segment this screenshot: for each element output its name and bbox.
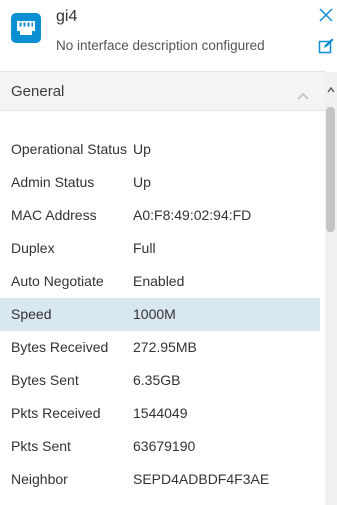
property-label: Speed xyxy=(11,306,52,322)
property-value: 1544049 xyxy=(133,405,188,421)
property-label: MAC Address xyxy=(11,207,97,223)
chevron-up-icon[interactable] xyxy=(297,87,309,100)
property-label: Operational Status xyxy=(11,141,127,157)
property-value: Up xyxy=(133,174,151,190)
property-row: MAC Address A0:F8:49:02:94:FD xyxy=(0,199,320,232)
property-label: Pkts Sent xyxy=(11,438,71,454)
property-value: Enabled xyxy=(133,273,185,289)
property-value: Full xyxy=(133,240,156,256)
property-row: Bytes Received 272.95MB xyxy=(0,331,320,364)
property-row: Speed 1000M xyxy=(0,298,320,331)
property-label: Bytes Sent xyxy=(11,372,79,388)
ethernet-port-icon xyxy=(11,13,41,43)
property-row: Neighbor SEPD4ADBDF4F3AE xyxy=(0,463,320,496)
general-section-header[interactable]: General xyxy=(0,72,325,110)
property-row: Pkts Sent 63679190 xyxy=(0,430,320,463)
interface-name: gi4 xyxy=(56,8,78,25)
property-value: 272.95MB xyxy=(133,339,197,355)
section-divider xyxy=(0,110,325,111)
close-icon[interactable] xyxy=(318,7,334,23)
property-value: SEPD4ADBDF4F3AE xyxy=(133,471,270,487)
property-label: Pkts Received xyxy=(11,405,101,421)
property-value: 63679190 xyxy=(133,438,196,454)
property-row: Bytes Sent 6.35GB xyxy=(0,364,320,397)
property-label: Duplex xyxy=(11,240,55,256)
scrollbar-thumb[interactable] xyxy=(326,107,335,232)
edit-icon[interactable] xyxy=(318,38,334,54)
panel-header: gi4 No interface description configured xyxy=(0,0,337,70)
interface-description: No interface description configured xyxy=(56,38,265,53)
property-row: Duplex Full xyxy=(0,232,320,265)
property-label: Auto Negotiate xyxy=(11,273,104,289)
properties-list: Operational Status Up Admin Status Up MAC Ad… xyxy=(0,133,325,496)
property-row: Pkts Received 1544049 xyxy=(0,397,320,430)
section-title: General xyxy=(11,83,65,100)
property-row: Operational Status Up xyxy=(0,133,320,166)
property-value: Up xyxy=(133,141,151,157)
property-value: 6.35GB xyxy=(133,372,181,388)
property-label: Bytes Received xyxy=(11,339,109,355)
property-row: Auto Negotiate Enabled xyxy=(0,265,320,298)
scroll-up-arrow-icon[interactable] xyxy=(327,80,335,93)
property-value: 1000M xyxy=(133,306,176,322)
property-value: A0:F8:49:02:94:FD xyxy=(133,207,252,223)
property-label: Neighbor xyxy=(11,471,68,487)
property-label: Admin Status xyxy=(11,174,95,190)
property-row: Admin Status Up xyxy=(0,166,320,199)
